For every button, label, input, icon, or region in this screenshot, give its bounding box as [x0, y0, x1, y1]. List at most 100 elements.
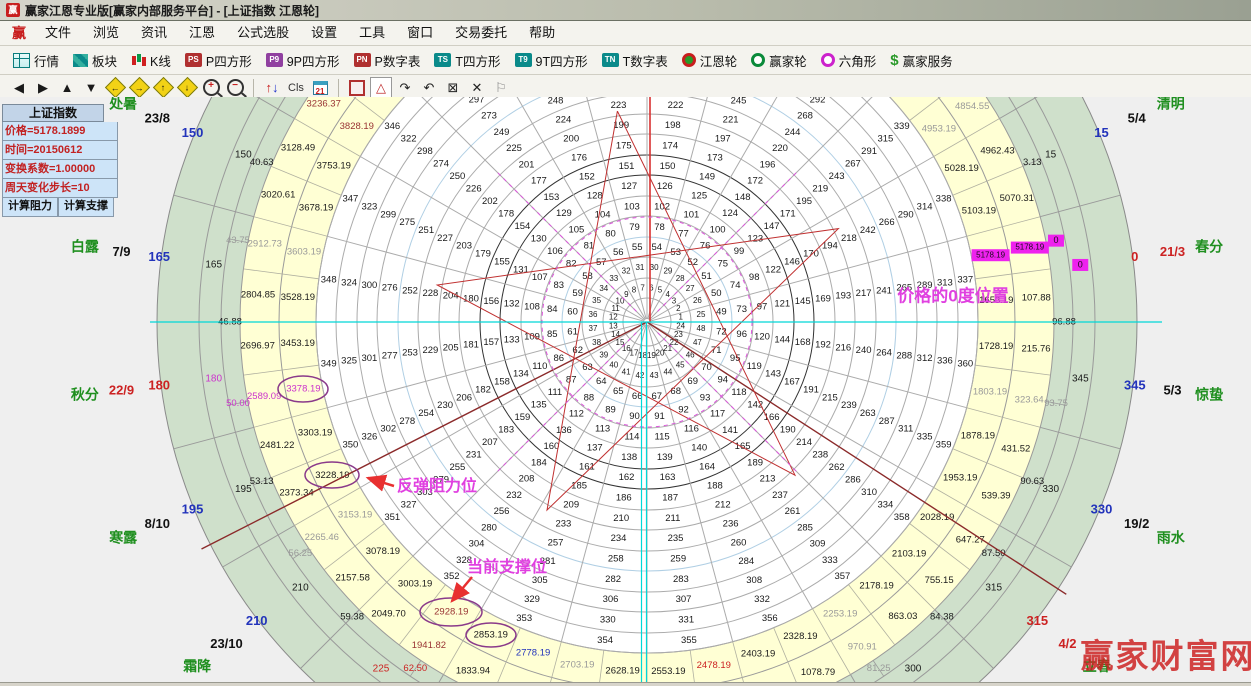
- svg-text:43.75: 43.75: [226, 235, 250, 246]
- toolbar-label: 9P四方形: [287, 51, 340, 70]
- svg-text:197: 197: [715, 134, 731, 145]
- clear-button[interactable]: Cls: [285, 77, 307, 98]
- collapse-button[interactable]: ✕: [466, 77, 488, 98]
- svg-text:31: 31: [635, 263, 644, 272]
- t-arrows-button[interactable]: ↑↓: [261, 77, 283, 98]
- toolbar-button-K线[interactable]: K线: [124, 48, 178, 72]
- svg-text:64: 64: [596, 376, 607, 387]
- toolbar-button-赢家轮[interactable]: 赢家轮: [744, 48, 814, 72]
- toolbar-button-行情[interactable]: 行情: [6, 48, 66, 72]
- menu-item-工具[interactable]: 工具: [348, 21, 396, 45]
- svg-text:24: 24: [676, 322, 685, 331]
- outer-date-5-4: 5/4: [1128, 111, 1147, 126]
- toolbar-button-T四方形[interactable]: TST四方形: [427, 48, 507, 72]
- svg-text:3528.19: 3528.19: [281, 292, 315, 303]
- svg-text:232: 232: [506, 490, 522, 501]
- nav-right-button[interactable]: ▶: [32, 77, 54, 98]
- svg-text:336: 336: [937, 356, 953, 367]
- svg-text:221: 221: [723, 115, 739, 126]
- nav-up-icon: ▲: [61, 80, 74, 95]
- calendar-button[interactable]: 21: [309, 77, 331, 98]
- svg-text:84.38: 84.38: [930, 611, 954, 622]
- svg-text:308: 308: [746, 575, 762, 586]
- panel-button-计算支撑[interactable]: 计算支撑: [58, 198, 114, 217]
- gann-wheel-canvas[interactable]: 1234567891011121314151617181920212223242…: [0, 97, 1251, 683]
- svg-text:136: 136: [556, 425, 572, 436]
- svg-text:5103.19: 5103.19: [962, 205, 996, 216]
- menu-item-文件[interactable]: 文件: [34, 21, 82, 45]
- box-x-button[interactable]: ⊠: [442, 77, 464, 98]
- svg-text:227: 227: [437, 233, 453, 244]
- svg-text:189: 189: [747, 457, 763, 468]
- toolbar-button-赢家服务[interactable]: $赢家服务: [883, 48, 959, 72]
- zoom-in-button[interactable]: +: [200, 77, 222, 98]
- svg-text:42: 42: [635, 371, 644, 380]
- nav-down-icon: ▼: [85, 80, 98, 95]
- outer-date-4-2: 4/2: [1058, 636, 1076, 651]
- toolbar-button-P四方形[interactable]: PSP四方形: [178, 48, 259, 72]
- nav-up-button[interactable]: ▲: [56, 77, 78, 98]
- svg-text:315: 315: [985, 583, 1002, 594]
- svg-text:113: 113: [595, 424, 610, 435]
- highlighted-price-value: 5178.19: [1015, 243, 1044, 252]
- svg-text:98: 98: [749, 272, 760, 283]
- svg-text:95: 95: [730, 353, 741, 364]
- toolbar-label: 赢家轮: [769, 51, 807, 70]
- panel-row-1: 时间=20150612: [2, 141, 118, 160]
- svg-text:118: 118: [731, 387, 746, 398]
- svg-text:127: 127: [621, 181, 637, 192]
- menu-item-交易委托[interactable]: 交易委托: [444, 21, 518, 45]
- svg-text:346: 346: [384, 121, 400, 132]
- zoom-out-button[interactable]: −: [224, 77, 246, 98]
- svg-text:324: 324: [341, 277, 357, 288]
- annotation-price-zero-degree: 价格的0度位置: [897, 285, 1008, 305]
- svg-text:93: 93: [700, 392, 711, 403]
- menu-item-设置[interactable]: 设置: [300, 21, 348, 45]
- svg-text:2178.19: 2178.19: [859, 581, 893, 592]
- nav-left-button[interactable]: ◀: [8, 77, 30, 98]
- toolbar-button-六角形[interactable]: 六角形: [814, 48, 884, 72]
- svg-text:188: 188: [707, 481, 723, 492]
- flag-button[interactable]: ⚐: [490, 77, 512, 98]
- rotate-cw-button[interactable]: ↷: [394, 77, 416, 98]
- panel-row-2: 变换系数=1.00000: [2, 160, 118, 179]
- svg-text:352: 352: [444, 571, 460, 582]
- shift-left-button[interactable]: ←: [104, 77, 126, 98]
- svg-text:3153.19: 3153.19: [338, 510, 372, 521]
- svg-text:245: 245: [731, 97, 747, 107]
- toolbar-button-T数字表[interactable]: TNT数字表: [595, 48, 675, 72]
- shift-up-button[interactable]: ↑: [152, 77, 174, 98]
- nav-down-button[interactable]: ▼: [80, 77, 102, 98]
- toolbar-label: T数字表: [623, 51, 668, 70]
- toolbar-button-P数字表[interactable]: PNP数字表: [347, 48, 428, 72]
- toolbar-button-9T四方形[interactable]: T99T四方形: [508, 48, 595, 72]
- svg-text:334: 334: [877, 499, 893, 510]
- toolbar-button-江恩轮[interactable]: 江恩轮: [675, 48, 745, 72]
- solar-term-春分: 春分: [1194, 239, 1223, 255]
- shift-right-button[interactable]: →: [128, 77, 150, 98]
- menu-item-江恩[interactable]: 江恩: [178, 21, 226, 45]
- svg-text:647.27: 647.27: [956, 535, 985, 546]
- menu-item-浏览[interactable]: 浏览: [82, 21, 130, 45]
- outer-date-23-10: 23/10: [210, 636, 243, 651]
- triangle-tool-button[interactable]: △: [370, 77, 392, 98]
- menu-item-公式选股[interactable]: 公式选股: [226, 21, 300, 45]
- svg-text:239: 239: [841, 400, 857, 411]
- menu-item-资讯[interactable]: 资讯: [130, 21, 178, 45]
- menu-item-帮助[interactable]: 帮助: [518, 21, 566, 45]
- svg-text:219: 219: [812, 184, 828, 195]
- svg-text:80: 80: [605, 228, 616, 239]
- panel-button-计算阻力[interactable]: 计算阻力: [2, 198, 58, 217]
- svg-text:119: 119: [747, 361, 762, 372]
- svg-text:260: 260: [731, 537, 747, 548]
- rect-tool-button[interactable]: [346, 77, 368, 98]
- application-window: 赢 赢家江恩专业版[赢家内部服务平台] - [上证指数 江恩轮] 赢 文件浏览资…: [0, 0, 1251, 686]
- outer-degree-180: 180: [148, 378, 170, 393]
- rotate-ccw-button[interactable]: ↶: [418, 77, 440, 98]
- svg-text:230: 230: [437, 400, 453, 411]
- svg-text:268: 268: [797, 111, 813, 122]
- toolbar-button-9P四方形[interactable]: P99P四方形: [259, 48, 347, 72]
- shift-down-button[interactable]: ↓: [176, 77, 198, 98]
- menu-item-窗口[interactable]: 窗口: [396, 21, 444, 45]
- toolbar-button-板块[interactable]: 板块: [66, 48, 124, 72]
